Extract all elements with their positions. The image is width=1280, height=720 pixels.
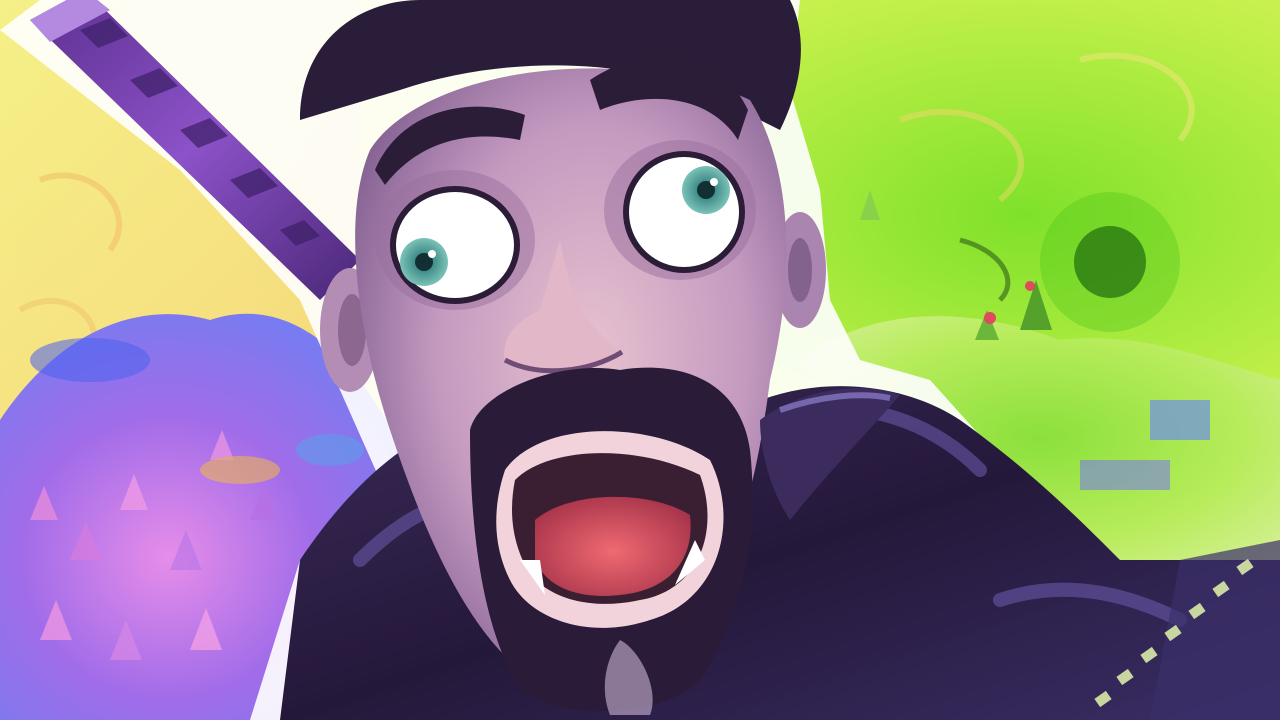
scene-illustration: [0, 0, 1280, 720]
left-eye: [390, 186, 520, 304]
right-eye: [623, 151, 745, 273]
game-scene: [0, 0, 1280, 720]
mouth: [496, 431, 724, 628]
